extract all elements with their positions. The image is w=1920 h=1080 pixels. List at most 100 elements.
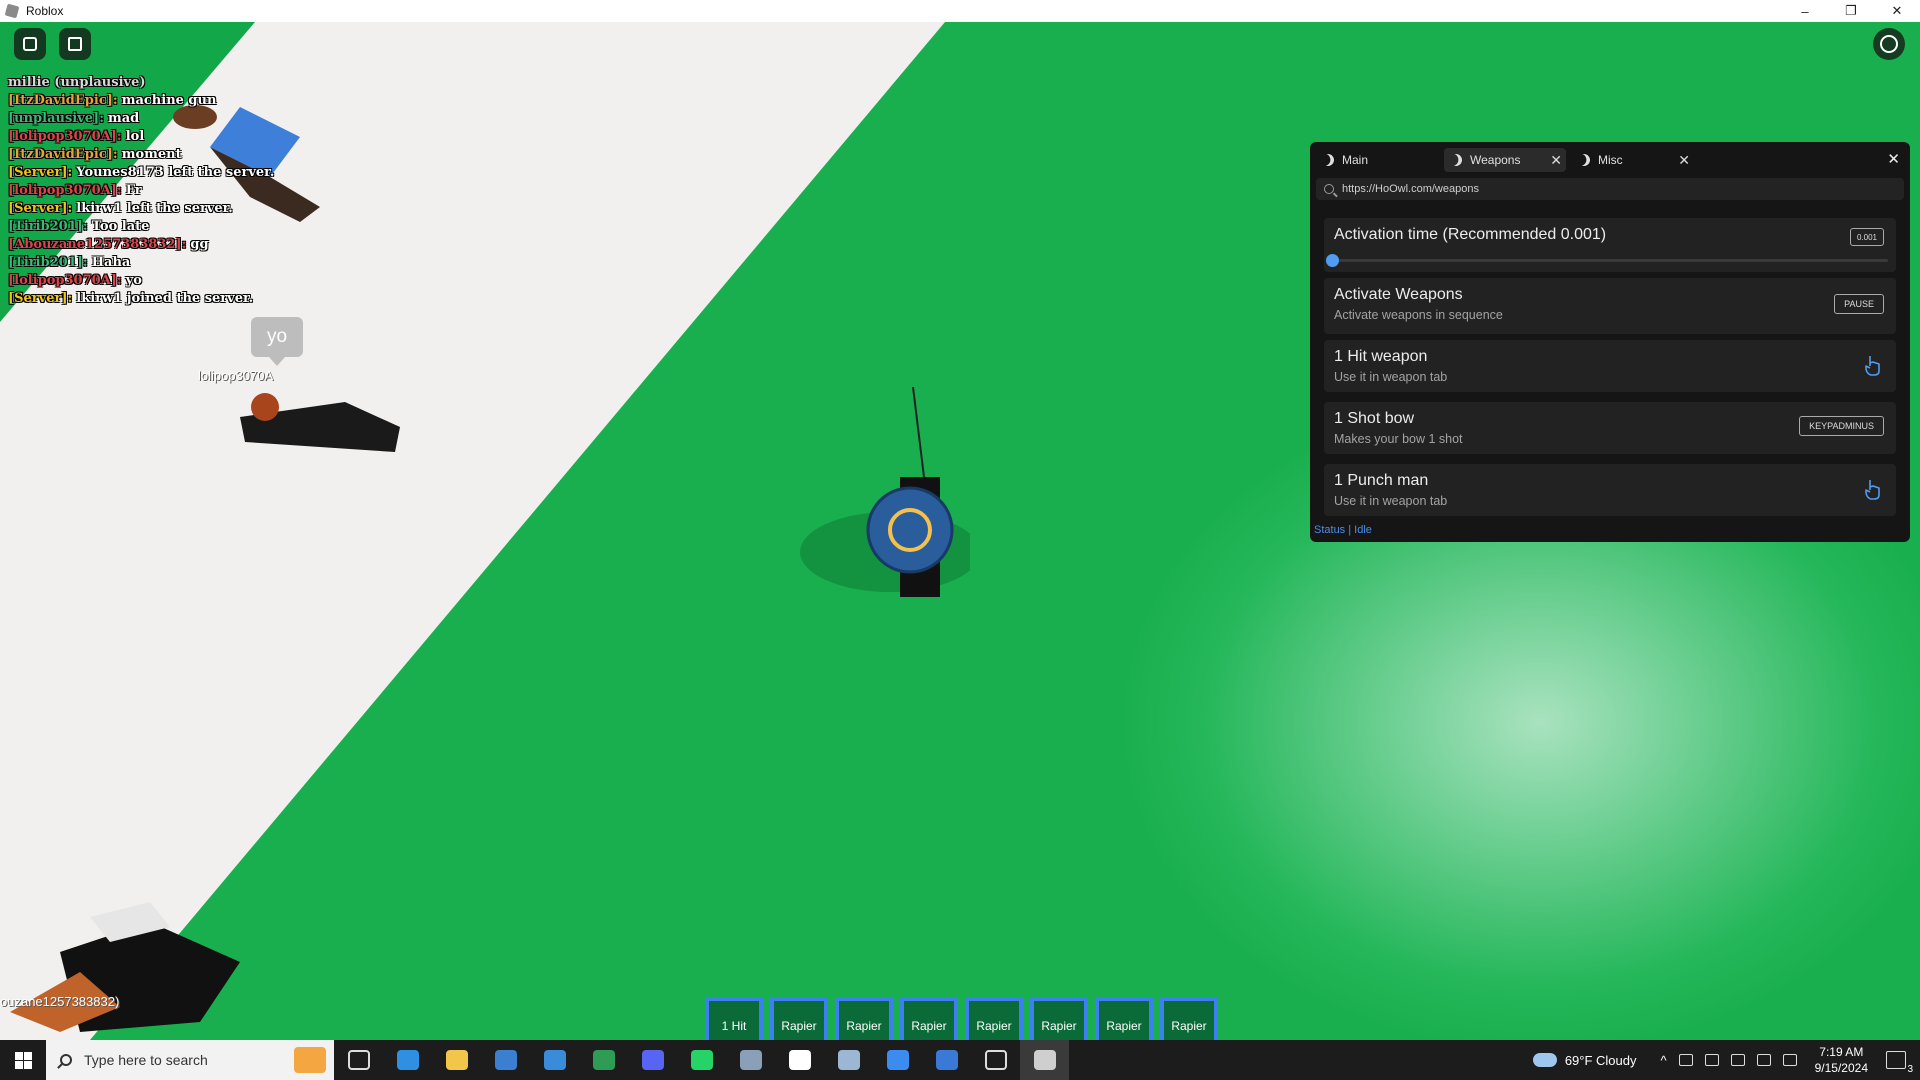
chat-line: [lolipop3070A]: lol [8, 128, 328, 146]
file-explorer-icon-glyph [445, 1050, 468, 1070]
moon-icon [1576, 152, 1592, 168]
toggle-card[interactable]: 1 Hit weapon Use it in weapon tab [1324, 340, 1896, 392]
restore-button[interactable]: ❐ [1828, 0, 1874, 22]
battery-icon[interactable] [1730, 1054, 1745, 1066]
notepad-icon-glyph [837, 1050, 860, 1070]
onedrive-icon[interactable] [1756, 1054, 1771, 1066]
chat-log: millie (unplausive) [ItzDavidEpic]: machin… [8, 74, 328, 308]
panel-close-icon[interactable]: ✕ [1887, 150, 1900, 168]
chat-line: [ItzDavidEpic]: moment [8, 146, 328, 164]
taskbar-search-box[interactable]: Type here to search [46, 1040, 334, 1080]
card-title: 1 Hit weapon [1334, 348, 1428, 365]
moon-icon [1320, 152, 1336, 168]
close-button[interactable]: ✕ [1874, 0, 1920, 22]
task-view-icon[interactable] [334, 1040, 383, 1080]
clock-time: 7:19 AM [1819, 1045, 1864, 1059]
tab-main[interactable]: Main [1316, 148, 1438, 172]
toggle-card[interactable]: 1 Punch man Use it in weapon tab [1324, 464, 1896, 516]
whatsapp-icon[interactable] [677, 1040, 726, 1080]
snipping-tool-icon[interactable] [873, 1040, 922, 1080]
more-options-button[interactable] [1873, 28, 1905, 60]
tab-weapons[interactable]: Weapons ✕ [1444, 148, 1566, 172]
chat-line: [unplausive]: mad [8, 110, 328, 128]
hand-pointer-icon[interactable] [1864, 478, 1882, 500]
volume-icon[interactable] [1782, 1054, 1797, 1066]
tab-weapons-label: Weapons [1470, 153, 1521, 167]
tab-misc-label: Misc [1598, 153, 1623, 167]
card-subtitle: Makes your bow 1 shot [1334, 432, 1463, 446]
keybind-button[interactable]: PAUSE [1834, 294, 1884, 314]
activation-time-slider-card: Activation time (Recommended 0.001) 0.00… [1324, 218, 1896, 272]
chat-message: lkirw1 joined the server. [76, 291, 254, 306]
edge-icon[interactable] [383, 1040, 432, 1080]
file-explorer-icon[interactable] [432, 1040, 481, 1080]
chat-speaker: [Server]: [8, 165, 73, 180]
toggle-card[interactable]: 1 Shot bow Makes your bow 1 shot KEYPADMIN… [1324, 402, 1896, 454]
network-icon[interactable] [1678, 1054, 1693, 1066]
roblox-icon[interactable] [1020, 1040, 1069, 1080]
roblox-menu-button[interactable] [14, 28, 46, 60]
notepad-icon[interactable] [824, 1040, 873, 1080]
clock-date: 9/15/2024 [1814, 1061, 1868, 1075]
chat-line: [Abouzane1257383832]: gg [8, 236, 328, 254]
hotbar-slot[interactable]: Rapier [770, 997, 828, 1040]
minimize-button[interactable]: – [1782, 0, 1828, 22]
tab-misc[interactable]: Misc ✕ [1572, 148, 1694, 172]
roblox-logo-icon [23, 37, 37, 51]
hotbar-slot[interactable]: 1 Hit [705, 997, 763, 1040]
chat-speaker: [unplausive]: [8, 111, 104, 126]
window-app-icon[interactable] [922, 1040, 971, 1080]
chat-line: [Tirib201]: Too late [8, 218, 328, 236]
hotbar-slot[interactable]: Rapier [965, 997, 1023, 1040]
hand-pointer-icon[interactable] [1864, 354, 1882, 376]
speech-bubble: yo [251, 317, 303, 366]
mail-icon[interactable] [530, 1040, 579, 1080]
h-app-icon[interactable] [579, 1040, 628, 1080]
hotbar-slot[interactable]: Rapier [1160, 997, 1218, 1040]
tab-weapons-close-icon[interactable]: ✕ [1550, 152, 1562, 169]
security-icon[interactable] [775, 1040, 824, 1080]
chat-speaker: [Abouzane1257383832]: [8, 237, 187, 252]
keybind-button[interactable]: KEYPADMINUS [1799, 416, 1884, 436]
chat-line: [lolipop3070A]: Fr [8, 182, 328, 200]
usb-icon[interactable] [1704, 1054, 1719, 1066]
hotbar-slot[interactable]: Rapier [1030, 997, 1088, 1040]
url-bar[interactable]: https://HoOwl.com/weapons [1316, 178, 1904, 200]
chat-message: mad [108, 111, 140, 126]
chat-message: yo [125, 273, 142, 288]
toggle-card[interactable]: Activate Weapons Activate weapons in sequ… [1324, 278, 1896, 334]
card-subtitle: Activate weapons in sequence [1334, 308, 1503, 322]
tab-misc-close-icon[interactable]: ✕ [1678, 152, 1690, 169]
chat-message: Haha [91, 255, 131, 270]
slider-track[interactable] [1326, 254, 1888, 267]
hotbar-slot[interactable]: Rapier [835, 997, 893, 1040]
game-viewport[interactable]: yo lolipop3070A ouzane1257383832) millie… [0, 22, 1920, 1040]
discord-icon[interactable] [628, 1040, 677, 1080]
app-icon[interactable] [726, 1040, 775, 1080]
window-controls: – ❐ ✕ [1782, 0, 1920, 22]
hotbar-slot[interactable]: Rapier [1095, 997, 1153, 1040]
search-icon [60, 1054, 72, 1066]
chat-speaker: [Tirib201]: [8, 219, 88, 234]
whatsapp-icon-glyph [690, 1050, 713, 1070]
slider-value-box[interactable]: 0.001 [1849, 228, 1884, 246]
chat-speaker: [Server]: [8, 291, 73, 306]
discord-icon-glyph [641, 1050, 664, 1070]
weather-text[interactable]: 69°F Cloudy [1565, 1053, 1637, 1068]
search-placeholder: Type here to search [84, 1052, 208, 1068]
store-icon[interactable] [481, 1040, 530, 1080]
chat-toggle-button[interactable] [59, 28, 91, 60]
url-text: https://HoOwl.com/weapons [1342, 183, 1479, 195]
chat-speaker: [ItzDavidEpic]: [8, 93, 118, 108]
star-app-icon[interactable] [971, 1040, 1020, 1080]
chat-line: [lolipop3070A]: yo [8, 272, 328, 290]
slider-thumb[interactable] [1326, 254, 1339, 267]
card-subtitle: Use it in weapon tab [1334, 494, 1448, 508]
start-button[interactable] [0, 1040, 46, 1080]
window-titlebar: Roblox – ❐ ✕ [0, 0, 1920, 22]
notification-icon[interactable]: 3 [1886, 1051, 1913, 1075]
chevron-up-icon[interactable]: ^ [1661, 1053, 1667, 1068]
clock[interactable]: 7:19 AM 9/15/2024 [1815, 1044, 1868, 1076]
notification-count: 3 [1907, 1064, 1913, 1075]
hotbar-slot[interactable]: Rapier [900, 997, 958, 1040]
